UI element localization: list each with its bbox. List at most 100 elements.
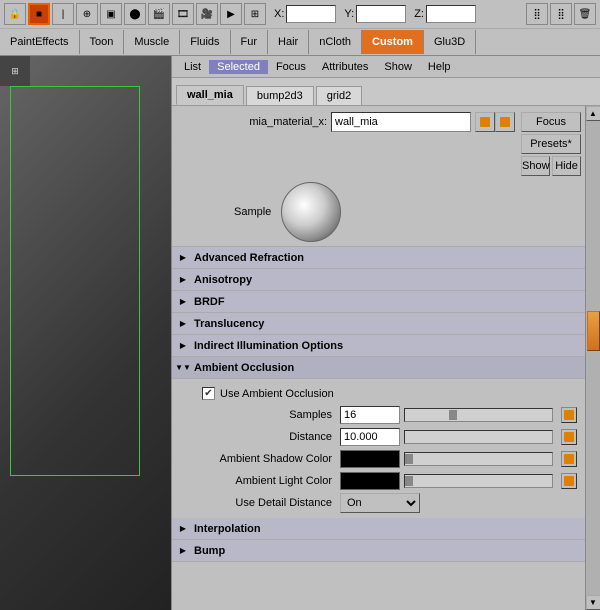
section-title-anisotropy: Anisotropy bbox=[194, 274, 252, 286]
material-name-input[interactable] bbox=[331, 112, 471, 132]
ambient-shadow-label: Ambient Shadow Color bbox=[180, 453, 340, 465]
tool2-icon[interactable]: ▣ bbox=[100, 3, 122, 25]
toolbar: 🔒 ■ | ⊕ ▣ ⬤ 🎬 🎞 🎥 ▶ ⊞ X: Y: Z: ⣿ ⣿ 🗑 Pai… bbox=[0, 0, 600, 56]
arrow-bump: ▶ bbox=[176, 544, 190, 558]
lock-icon[interactable]: 🔒 bbox=[4, 3, 26, 25]
sections-area[interactable]: ▶ Advanced Refraction ▶ Anisotropy ▶ BRD… bbox=[172, 247, 585, 610]
section-bump[interactable]: ▶ Bump bbox=[172, 540, 585, 562]
menu-list[interactable]: List bbox=[176, 60, 209, 74]
tab-bump2d3[interactable]: bump2d3 bbox=[246, 86, 314, 105]
tab-toon[interactable]: Toon bbox=[80, 30, 125, 54]
align1-icon[interactable]: ⣿ bbox=[526, 3, 548, 25]
tab-fur[interactable]: Fur bbox=[231, 30, 269, 54]
section-indirect-illumination[interactable]: ▶ Indirect Illumination Options bbox=[172, 335, 585, 357]
tool6-icon[interactable]: 🎥 bbox=[196, 3, 218, 25]
action-buttons: Focus Presets* Show Hide bbox=[521, 112, 581, 176]
section-interpolation[interactable]: ▶ Interpolation bbox=[172, 518, 585, 540]
arrow-ao: ▼ bbox=[176, 361, 190, 375]
use-detail-row: Use Detail Distance On Off bbox=[172, 492, 585, 514]
tab-fluids[interactable]: Fluids bbox=[180, 30, 230, 54]
arrow-translucency: ▶ bbox=[176, 317, 190, 331]
menu-focus[interactable]: Focus bbox=[268, 60, 314, 74]
y-label: Y: bbox=[344, 8, 354, 20]
arrow-indirect-illumination: ▶ bbox=[176, 339, 190, 353]
menu-selected[interactable]: Selected bbox=[209, 60, 268, 74]
sphere-preview bbox=[281, 182, 341, 242]
ambient-shadow-slider[interactable] bbox=[404, 452, 553, 466]
arrow-anisotropy: ▶ bbox=[176, 273, 190, 287]
tab-wall-mia[interactable]: wall_mia bbox=[176, 85, 244, 105]
menu-show[interactable]: Show bbox=[376, 60, 420, 74]
ambient-light-row: Ambient Light Color bbox=[172, 470, 585, 492]
tab-ncloth[interactable]: nCloth bbox=[309, 30, 362, 54]
focus-button[interactable]: Focus bbox=[521, 112, 581, 132]
attr-menubar: List Selected Focus Attributes Show Help bbox=[172, 56, 600, 78]
z-label: Z: bbox=[414, 8, 424, 20]
vscroll-down-btn[interactable]: ▼ bbox=[586, 595, 600, 610]
samples-corner-btn[interactable] bbox=[561, 407, 577, 423]
section-title-indirect-illumination: Indirect Illumination Options bbox=[194, 340, 343, 352]
arrow-interpolation: ▶ bbox=[176, 522, 190, 536]
tab-grid2[interactable]: grid2 bbox=[316, 86, 362, 105]
menu-help[interactable]: Help bbox=[420, 60, 459, 74]
tab-painteffects[interactable]: PaintEffects bbox=[0, 30, 80, 54]
vscroll-up-btn[interactable]: ▲ bbox=[586, 106, 600, 121]
samples-input[interactable] bbox=[340, 406, 400, 424]
arrow-brdf: ▶ bbox=[176, 295, 190, 309]
samples-slider[interactable] bbox=[404, 408, 553, 422]
ao-section: ✔ Use Ambient Occlusion Samples bbox=[172, 379, 585, 518]
use-detail-select[interactable]: On Off bbox=[340, 493, 420, 513]
tool3-icon[interactable]: ⬤ bbox=[124, 3, 146, 25]
tab-glu3d[interactable]: Glu3D bbox=[424, 30, 476, 54]
tool4-icon[interactable]: 🎬 bbox=[148, 3, 170, 25]
distance-slider[interactable] bbox=[404, 430, 553, 444]
section-advanced-refraction[interactable]: ▶ Advanced Refraction bbox=[172, 247, 585, 269]
ambient-light-color[interactable] bbox=[340, 472, 400, 490]
tool8-icon[interactable]: ⊞ bbox=[244, 3, 266, 25]
section-translucency[interactable]: ▶ Translucency bbox=[172, 313, 585, 335]
use-ao-checkbox[interactable]: ✔ bbox=[202, 387, 215, 400]
tab-custom[interactable]: Custom bbox=[362, 30, 424, 54]
section-ao-header[interactable]: ▼ Ambient Occlusion bbox=[172, 357, 585, 379]
map-btn2[interactable] bbox=[495, 112, 515, 132]
tab-muscle[interactable]: Muscle bbox=[124, 30, 180, 54]
presets-button[interactable]: Presets* bbox=[521, 134, 581, 154]
x-input[interactable] bbox=[286, 5, 336, 23]
toolbar-row1: 🔒 ■ | ⊕ ▣ ⬤ 🎬 🎞 🎥 ▶ ⊞ X: Y: Z: ⣿ ⣿ 🗑 bbox=[0, 0, 600, 28]
tabs-row: wall_mia bump2d3 grid2 bbox=[172, 78, 600, 106]
ambient-shadow-color[interactable] bbox=[340, 450, 400, 468]
map-btn1[interactable] bbox=[475, 112, 495, 132]
menu-attributes[interactable]: Attributes bbox=[314, 60, 376, 74]
section-title-brdf: BRDF bbox=[194, 296, 225, 308]
distance-input[interactable] bbox=[340, 428, 400, 446]
distance-row: Distance bbox=[172, 426, 585, 448]
z-input[interactable] bbox=[426, 5, 476, 23]
trash-icon[interactable]: 🗑 bbox=[574, 3, 596, 25]
move-icon[interactable]: | bbox=[52, 3, 74, 25]
y-input[interactable] bbox=[356, 5, 406, 23]
section-title-ao: Ambient Occlusion bbox=[194, 362, 294, 374]
use-ao-label: Use Ambient Occlusion bbox=[220, 388, 334, 400]
preview-row: Sample bbox=[172, 178, 585, 247]
use-ao-row: ✔ Use Ambient Occlusion bbox=[172, 383, 585, 404]
tool5-icon[interactable]: 🎞 bbox=[172, 3, 194, 25]
viewport-corner: ⊞ bbox=[0, 56, 30, 86]
hide-button[interactable]: Hide bbox=[552, 156, 581, 176]
vscroll: ▲ ▼ bbox=[585, 106, 600, 610]
show-button[interactable]: Show bbox=[521, 156, 550, 176]
select-icon[interactable]: ■ bbox=[28, 3, 50, 25]
attr-content: mia_material_x: Focus Presets* S bbox=[172, 106, 600, 610]
align2-icon[interactable]: ⣿ bbox=[550, 3, 572, 25]
tool7-icon[interactable]: ▶ bbox=[220, 3, 242, 25]
section-brdf[interactable]: ▶ BRDF bbox=[172, 291, 585, 313]
ambient-light-slider[interactable] bbox=[404, 474, 553, 488]
ambient-shadow-corner-btn[interactable] bbox=[561, 451, 577, 467]
tab-hair[interactable]: Hair bbox=[268, 30, 309, 54]
main-area: ⊞ List Selected Focus Attributes Show He… bbox=[0, 56, 600, 610]
ambient-light-corner-btn[interactable] bbox=[561, 473, 577, 489]
section-anisotropy[interactable]: ▶ Anisotropy bbox=[172, 269, 585, 291]
vscroll-thumb[interactable] bbox=[587, 311, 600, 351]
vscroll-track[interactable] bbox=[586, 121, 600, 595]
tool1-icon[interactable]: ⊕ bbox=[76, 3, 98, 25]
distance-corner-btn[interactable] bbox=[561, 429, 577, 445]
